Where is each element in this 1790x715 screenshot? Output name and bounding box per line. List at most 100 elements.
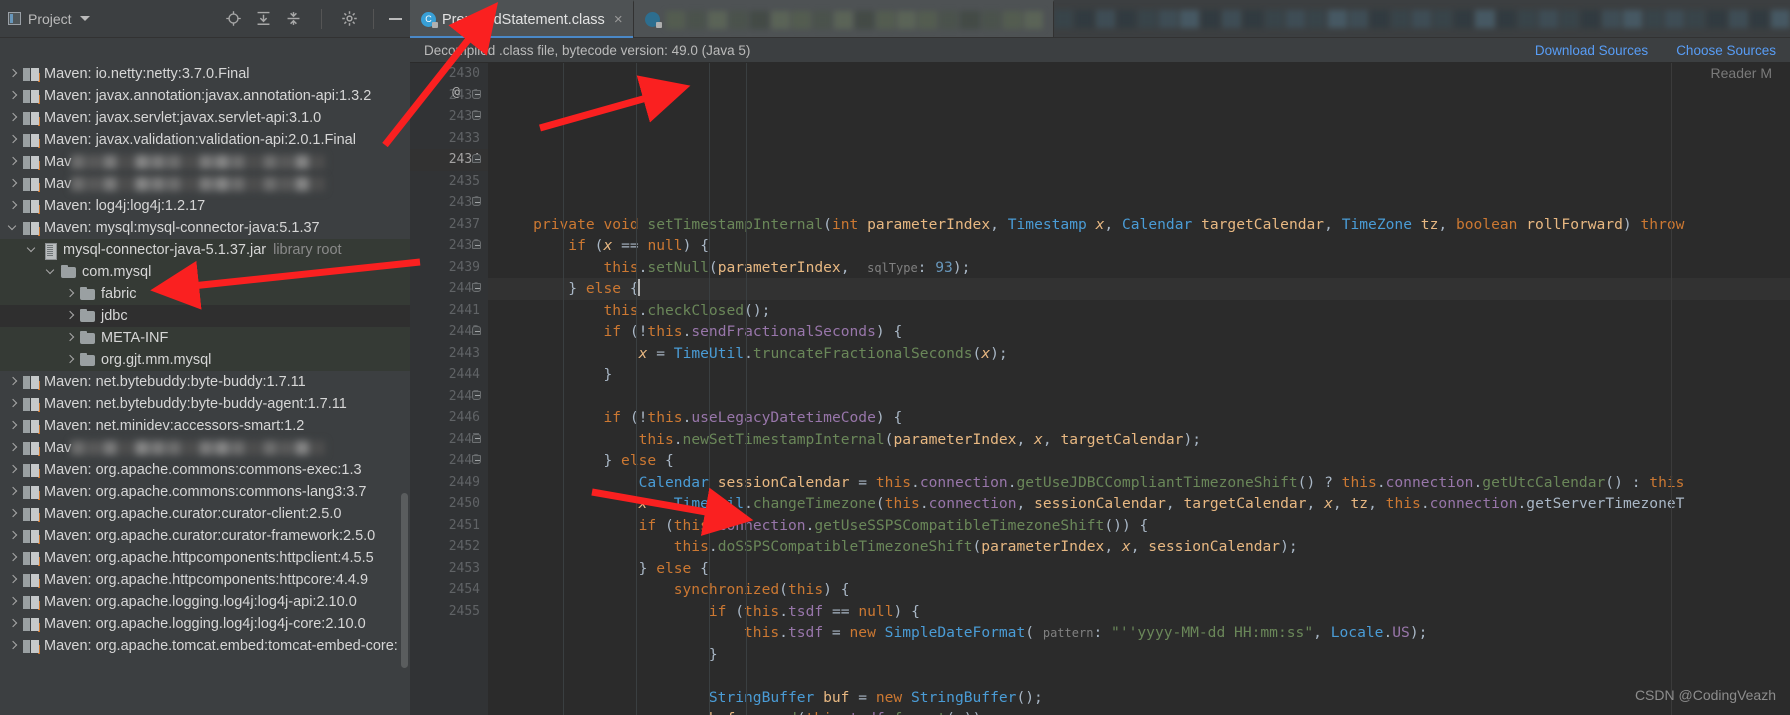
chevron-right-icon[interactable] (65, 355, 76, 366)
code-line[interactable]: if (!this.useLegacyDatetimeCode) { (498, 407, 1790, 429)
tree-item[interactable]: Maven: log4j:log4j:1.2.17 (0, 195, 410, 217)
tree-item[interactable]: com.mysql (0, 261, 410, 283)
code-line[interactable]: } else { (498, 558, 1790, 580)
code-line[interactable]: } else { (498, 450, 1790, 472)
project-tree-panel[interactable]: Maven: io.netty:netty:3.7.0.Final Maven: … (0, 63, 410, 715)
choose-sources-link[interactable]: Choose Sources (1676, 43, 1776, 58)
chevron-right-icon[interactable] (8, 465, 19, 476)
code-line[interactable]: if (this.tsdf == null) { (498, 601, 1790, 623)
fold-toggle-icon[interactable] (472, 111, 483, 122)
fold-toggle-icon[interactable] (472, 433, 483, 445)
fold-toggle-icon[interactable] (472, 283, 483, 294)
chevron-down-icon[interactable] (46, 267, 57, 278)
tree-item[interactable]: Maven: org.apache.commons:commons-lang3:… (0, 481, 410, 503)
download-sources-link[interactable]: Download Sources (1535, 43, 1648, 58)
tree-item[interactable]: fabric (0, 283, 410, 305)
chevron-down-icon[interactable] (79, 16, 90, 21)
chevron-right-icon[interactable] (8, 641, 19, 652)
code-line[interactable]: if (x == null) { (498, 235, 1790, 257)
chevron-right-icon[interactable] (65, 289, 76, 300)
tree-item[interactable]: Maven: net.bytebuddy:byte-buddy-agent:1.… (0, 393, 410, 415)
code-line[interactable]: Calendar sessionCalendar = this.connecti… (498, 472, 1790, 494)
override-marker-icon[interactable]: @ (452, 85, 460, 100)
chevron-right-icon[interactable] (8, 91, 19, 102)
fold-toggle-icon[interactable] (472, 197, 483, 208)
chevron-right-icon[interactable] (65, 311, 76, 322)
code-line[interactable]: x = TimeUtil.changeTimezone(this.connect… (498, 493, 1790, 515)
chevron-down-icon[interactable] (27, 245, 38, 256)
code-line[interactable] (498, 665, 1790, 687)
locate-icon[interactable] (225, 10, 242, 27)
tab-redacted[interactable] (633, 0, 1054, 37)
tree-item[interactable]: Maven: org.apache.httpcomponents:httpcli… (0, 547, 410, 569)
fold-toggle-icon[interactable] (472, 154, 483, 165)
code-line[interactable]: this.setNull(parameterIndex, sqlType: 93… (498, 257, 1790, 279)
tree-item[interactable]: jdbc (0, 305, 410, 327)
code-line[interactable]: x = TimeUtil.truncateFractionalSeconds(x… (498, 343, 1790, 365)
tree-item[interactable]: Maven: javax.servlet:javax.servlet-api:3… (0, 107, 410, 129)
code-line[interactable]: private void setTimestampInternal(int pa… (498, 214, 1790, 236)
chevron-right-icon[interactable] (8, 377, 19, 388)
chevron-right-icon[interactable] (8, 135, 19, 146)
fold-toggle-icon[interactable] (472, 455, 483, 466)
code-line[interactable]: if (this.connection.getUseSSPSCompatible… (498, 515, 1790, 537)
chevron-down-icon[interactable] (8, 223, 19, 234)
tree-item[interactable]: Maven: javax.annotation:javax.annotation… (0, 85, 410, 107)
chevron-right-icon[interactable] (8, 575, 19, 586)
chevron-right-icon[interactable] (8, 157, 19, 168)
code-line[interactable]: } else { (488, 278, 1790, 300)
tree-item[interactable]: Maven: org.apache.curator:curator-client… (0, 503, 410, 525)
chevron-right-icon[interactable] (8, 421, 19, 432)
tree-item[interactable]: Maven: javax.validation:validation-api:2… (0, 129, 410, 151)
chevron-right-icon[interactable] (8, 531, 19, 542)
chevron-right-icon[interactable] (8, 487, 19, 498)
tree-item[interactable]: Maven: mysql:mysql-connector-java:5.1.37 (0, 217, 410, 239)
chevron-right-icon[interactable] (8, 179, 19, 190)
close-icon[interactable]: × (614, 12, 623, 27)
chevron-right-icon[interactable] (8, 619, 19, 630)
minimize-icon[interactable] (389, 17, 402, 20)
expand-all-icon[interactable] (255, 10, 272, 27)
code-line[interactable]: this.newSetTimestampInternal(parameterIn… (498, 429, 1790, 451)
code-line[interactable]: synchronized(this) { (498, 579, 1790, 601)
fold-toggle-icon[interactable] (472, 390, 483, 402)
code-line[interactable]: StringBuffer buf = new StringBuffer(); (498, 687, 1790, 709)
tree-item[interactable]: Mav (0, 173, 410, 195)
chevron-right-icon[interactable] (8, 201, 19, 212)
code-line[interactable]: this.checkClosed(); (498, 300, 1790, 322)
tree-item[interactable]: Maven: io.netty:netty:3.7.0.Final (0, 63, 410, 85)
chevron-right-icon[interactable] (8, 443, 19, 454)
code-line[interactable]: this.tsdf = new SimpleDateFormat( patter… (498, 622, 1790, 644)
code-line[interactable]: if (!this.sendFractionalSeconds) { (498, 321, 1790, 343)
code-line[interactable] (498, 386, 1790, 408)
code-editor[interactable]: 2430 2431 2432 2433 2434 2435 2436 2437 2438 2439… (410, 63, 1790, 715)
chevron-right-icon[interactable] (8, 509, 19, 520)
gear-icon[interactable] (341, 10, 358, 27)
code-folding-column[interactable]: @ (452, 63, 488, 715)
sidebar-scrollbar[interactable] (401, 493, 408, 668)
tree-item[interactable]: mysql-connector-java-5.1.37.jar library r… (0, 239, 410, 261)
code-content[interactable]: private void setTimestampInternal(int pa… (488, 63, 1790, 715)
fold-toggle-icon[interactable] (472, 326, 483, 337)
tree-item[interactable]: Mav (0, 151, 410, 173)
tree-item[interactable]: Maven: org.apache.logging.log4j:log4j-co… (0, 613, 410, 635)
chevron-right-icon[interactable] (65, 333, 76, 344)
code-line[interactable]: buf.append(this.tsdf.format(x)); (498, 708, 1790, 715)
tree-item[interactable]: Maven: org.apache.commons:commons-exec:1… (0, 459, 410, 481)
tree-item[interactable]: META-INF (0, 327, 410, 349)
line-number-gutter[interactable]: 2430 2431 2432 2433 2434 2435 2436 2437 2438 2439… (410, 63, 488, 715)
code-line[interactable]: } (498, 644, 1790, 666)
chevron-right-icon[interactable] (8, 553, 19, 564)
tree-item[interactable]: Maven: org.apache.curator:curator-framew… (0, 525, 410, 547)
tree-item[interactable]: org.gjt.mm.mysql (0, 349, 410, 371)
tree-item[interactable]: Mav (0, 437, 410, 459)
fold-toggle-icon[interactable] (472, 89, 483, 101)
code-line[interactable]: this.doSSPSCompatibleTimezoneShift(param… (498, 536, 1790, 558)
tree-item[interactable]: Maven: net.bytebuddy:byte-buddy:1.7.11 (0, 371, 410, 393)
chevron-right-icon[interactable] (8, 69, 19, 80)
code-line[interactable]: } (498, 364, 1790, 386)
collapse-all-icon[interactable] (285, 10, 302, 27)
tab-prepared-statement[interactable]: C PreparedStatement.class × (410, 0, 634, 38)
chevron-right-icon[interactable] (8, 399, 19, 410)
tree-item[interactable]: Maven: org.apache.httpcomponents:httpcor… (0, 569, 410, 591)
